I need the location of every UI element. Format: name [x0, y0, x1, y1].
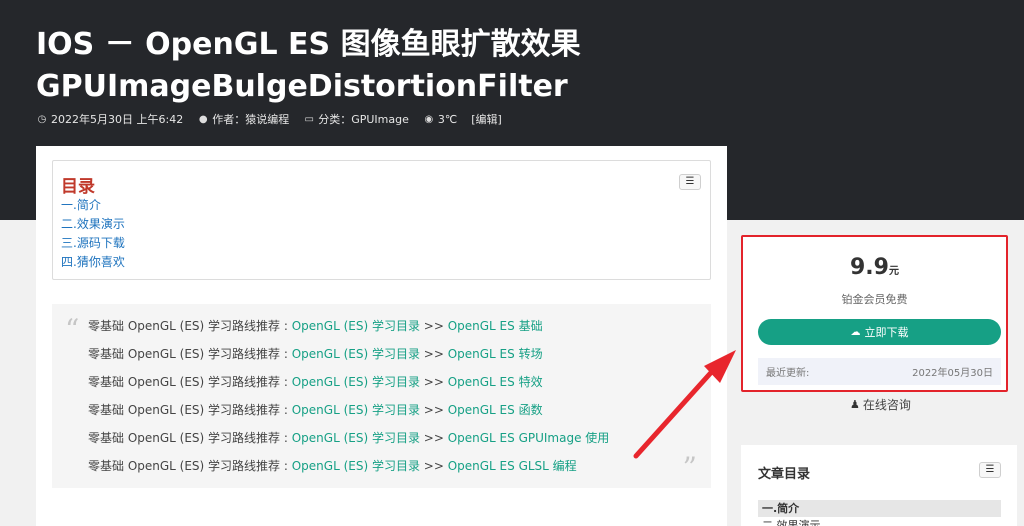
list-icon: ☰ [985, 464, 995, 475]
post-title-line-1: IOS － OpenGL ES 图像鱼眼扩散效果 [36, 27, 581, 62]
toc-item-source-download[interactable]: 三.源码下载 [61, 234, 125, 253]
sidebar-toc-toggle-button[interactable]: ☰ [979, 462, 1001, 478]
close-quote-icon: ” [682, 451, 697, 484]
edit-link[interactable]: [编辑] [471, 111, 502, 127]
download-button[interactable]: ☁ 立即下载 [758, 319, 1001, 345]
meta-views-text: 3℃ [437, 112, 458, 126]
toc-toggle-button[interactable]: ☰ [679, 174, 701, 190]
sidebar-toc-title: 文章目录 [758, 467, 811, 482]
learning-index-link[interactable]: OpenGL (ES) 学习目录 [292, 403, 420, 417]
topic-link[interactable]: OpenGL ES 转场 [448, 347, 543, 361]
quote-line: 零基础 OpenGL (ES) 学习路线推荐 : OpenGL (ES) 学习目… [88, 368, 609, 396]
learning-path-quote: “ 零基础 OpenGL (ES) 学习路线推荐 : OpenGL (ES) 学… [52, 304, 711, 488]
meta-author[interactable]: ● 作者：猿说编程 [197, 111, 289, 127]
meta-views: ◉ 3℃ [423, 112, 458, 126]
sidebar-toc-item-demo[interactable]: 二.效果演示 [758, 517, 1001, 526]
quote-sep: >> [419, 347, 448, 361]
toc-item-recommend[interactable]: 四.猜你喜欢 [61, 253, 125, 272]
quote-prefix: 零基础 OpenGL (ES) 学习路线推荐 : [88, 459, 292, 473]
article-body: 目录 ☰ 一.简介 二.效果演示 三.源码下载 四.猜你喜欢 “ 零基础 Ope… [36, 146, 727, 526]
meta-category[interactable]: ▭ 分类：GPUImage [303, 111, 409, 127]
learning-index-link[interactable]: OpenGL (ES) 学习目录 [292, 375, 420, 389]
folder-icon: ▭ [304, 113, 314, 125]
quote-sep: >> [419, 319, 448, 333]
topic-link[interactable]: OpenGL ES 基础 [448, 319, 543, 333]
quote-line: 零基础 OpenGL (ES) 学习路线推荐 : OpenGL (ES) 学习目… [88, 396, 609, 424]
toc-item-intro[interactable]: 一.简介 [61, 196, 125, 215]
quote-line: 零基础 OpenGL (ES) 学习路线推荐 : OpenGL (ES) 学习目… [88, 452, 609, 480]
meta-date: ◷ 2022年5月30日 上午6:42 [36, 111, 184, 127]
eye-icon: ◉ [424, 113, 434, 125]
member-free-note: 铂金会员免费 [841, 293, 908, 306]
learning-index-link[interactable]: OpenGL (ES) 学习目录 [292, 319, 420, 333]
download-card: 9.9元 铂金会员免费 ☁ 立即下载 最近更新: 2022年05月30日 [741, 235, 1008, 392]
topic-link[interactable]: OpenGL ES 函数 [448, 403, 543, 417]
sidebar-toc: 文章目录 ☰ 一.简介 二.效果演示 [741, 445, 1017, 526]
toc-title: 目录 [61, 177, 95, 197]
sidebar-toc-item-intro[interactable]: 一.简介 [758, 500, 1001, 517]
quote-lines: 零基础 OpenGL (ES) 学习路线推荐 : OpenGL (ES) 学习目… [88, 312, 609, 480]
meta-author-text[interactable]: 作者：猿说编程 [212, 111, 289, 127]
learning-index-link[interactable]: OpenGL (ES) 学习目录 [292, 459, 420, 473]
cloud-download-icon: ☁ [850, 326, 861, 338]
quote-sep: >> [419, 431, 448, 445]
quote-prefix: 零基础 OpenGL (ES) 学习路线推荐 : [88, 347, 292, 361]
online-consult-label: 在线咨询 [862, 398, 911, 412]
clock-icon: ◷ [37, 113, 47, 125]
toc-item-demo[interactable]: 二.效果演示 [61, 215, 125, 234]
user-icon: ● [198, 113, 208, 125]
quote-sep: >> [419, 403, 448, 417]
last-updated-date: 2022年05月30日 [912, 368, 993, 379]
quote-line: 零基础 OpenGL (ES) 学习路线推荐 : OpenGL (ES) 学习目… [88, 312, 609, 340]
sidebar-toc-list: 一.简介 二.效果演示 [758, 500, 1001, 526]
learning-index-link[interactable]: OpenGL (ES) 学习目录 [292, 347, 420, 361]
quote-prefix: 零基础 OpenGL (ES) 学习路线推荐 : [88, 403, 292, 417]
list-icon: ☰ [685, 176, 695, 187]
topic-link[interactable]: OpenGL ES GLSL 编程 [448, 459, 577, 473]
learning-index-link[interactable]: OpenGL (ES) 学习目录 [292, 431, 420, 445]
topic-link[interactable]: OpenGL ES 特效 [448, 375, 543, 389]
post-title: IOS － OpenGL ES 图像鱼眼扩散效果 GPUImageBulgeDi… [36, 24, 736, 108]
quote-prefix: 零基础 OpenGL (ES) 学习路线推荐 : [88, 319, 292, 333]
price: 9.9元 [743, 255, 1006, 280]
open-quote-icon: “ [65, 313, 80, 346]
quote-sep: >> [419, 459, 448, 473]
online-consult-link[interactable]: ♟ 在线咨询 [850, 396, 911, 413]
qq-icon: ♟ [850, 398, 860, 411]
quote-line: 零基础 OpenGL (ES) 学习路线推荐 : OpenGL (ES) 学习目… [88, 340, 609, 368]
price-value: 9.9 [850, 255, 889, 280]
download-button-label: 立即下载 [864, 326, 909, 339]
topic-link[interactable]: OpenGL ES GPUImage 使用 [448, 431, 610, 445]
table-of-contents: 目录 ☰ 一.简介 二.效果演示 三.源码下载 四.猜你喜欢 [52, 160, 711, 280]
meta-category-text[interactable]: 分类：GPUImage [318, 111, 409, 127]
last-updated-row: 最近更新: 2022年05月30日 [758, 358, 1001, 385]
quote-line: 零基础 OpenGL (ES) 学习路线推荐 : OpenGL (ES) 学习目… [88, 424, 609, 452]
quote-sep: >> [419, 375, 448, 389]
post-meta: ◷ 2022年5月30日 上午6:42 ● 作者：猿说编程 ▭ 分类：GPUImage… [36, 111, 516, 127]
post-title-line-2: GPUImageBulgeDistortionFilter [36, 69, 568, 104]
price-unit: 元 [888, 266, 899, 277]
meta-date-text: 2022年5月30日 上午6:42 [51, 113, 184, 126]
quote-prefix: 零基础 OpenGL (ES) 学习路线推荐 : [88, 375, 292, 389]
last-updated-label: 最近更新: [766, 368, 810, 379]
toc-list: 一.简介 二.效果演示 三.源码下载 四.猜你喜欢 [61, 196, 125, 272]
quote-prefix: 零基础 OpenGL (ES) 学习路线推荐 : [88, 431, 292, 445]
